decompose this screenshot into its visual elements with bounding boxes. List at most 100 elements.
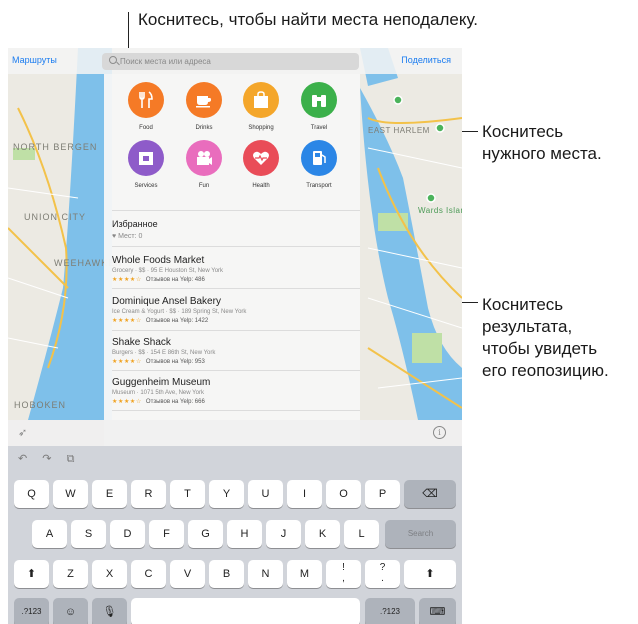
- key-p[interactable]: P: [365, 480, 400, 508]
- ipad-screen: NORTH BERGEN UNION CITY WEEHAWKEN HOBOKE…: [8, 48, 462, 624]
- shift-icon[interactable]: ⬆: [14, 560, 49, 588]
- location-arrow-icon[interactable]: ➶: [18, 426, 27, 439]
- result-item[interactable]: Guggenheim Museum Museum · 1071 5th Ave,…: [112, 377, 356, 405]
- result-name: Guggenheim Museum: [112, 377, 211, 388]
- undo-icon[interactable]: ↶: [18, 453, 27, 465]
- category-health[interactable]: Health: [231, 140, 291, 189]
- search-input[interactable]: [120, 54, 350, 69]
- favorites-count-label: Мест: 0: [118, 233, 143, 240]
- key-n[interactable]: N: [248, 560, 283, 588]
- search-bar[interactable]: [102, 53, 359, 70]
- result-item[interactable]: Dominique Ansel Bakery Ice Cream & Yogur…: [112, 296, 356, 324]
- favorites-item[interactable]: Избранное ♥ Мест: 0: [112, 219, 158, 240]
- heart-icon: ♥: [112, 233, 117, 240]
- category-transport[interactable]: Transport: [289, 140, 349, 189]
- category-fun[interactable]: Fun: [174, 140, 234, 189]
- key-t[interactable]: T: [170, 480, 205, 508]
- result-item[interactable]: Shake Shack Burgers · $$ · 154 E 86th St…: [112, 337, 356, 365]
- divider: [112, 370, 360, 371]
- category-fun-label: Fun: [198, 183, 210, 189]
- divider: [112, 246, 360, 247]
- key-u[interactable]: U: [248, 480, 283, 508]
- annotation-result-line4: его геопозицию.: [482, 361, 609, 380]
- divider: [112, 210, 360, 211]
- key-r[interactable]: R: [131, 480, 166, 508]
- annotation-result-line3: чтобы увидеть: [482, 339, 598, 358]
- key-y[interactable]: Y: [209, 480, 244, 508]
- result-meta: Burgers · $$ · 154 E 86th St, New York: [112, 350, 216, 356]
- search-results-panel: Food Drinks Shopping Travel Services Fun…: [104, 74, 360, 446]
- redo-icon[interactable]: ↷: [42, 453, 51, 465]
- result-meta: Grocery · $$ · 95 E Houston St, New York: [112, 268, 224, 274]
- favorites-count: ♥ Мест: 0: [112, 233, 158, 240]
- numbers-key-right[interactable]: .?123: [365, 598, 415, 624]
- key-x[interactable]: X: [92, 560, 127, 588]
- key-question[interactable]: ? .: [365, 560, 400, 588]
- category-services-label: Services: [134, 183, 158, 189]
- divider: [112, 288, 360, 289]
- shopping-bag-icon: [243, 82, 279, 118]
- result-item[interactable]: Whole Foods Market Grocery · $$ · 95 E H…: [112, 255, 356, 283]
- divider: [112, 330, 360, 331]
- top-bar: Маршруты Поделиться: [8, 48, 462, 74]
- numbers-key-left[interactable]: .?123: [14, 598, 49, 624]
- star-rating-icon: ★★★★☆: [112, 277, 142, 283]
- category-drinks-label: Drinks: [195, 125, 213, 131]
- key-v[interactable]: V: [170, 560, 205, 588]
- key-exclamation[interactable]: ! ,: [326, 560, 361, 588]
- result-rating: ★★★★☆ Отзывов на Yelp: 486: [112, 276, 356, 283]
- routes-button[interactable]: Маршруты: [12, 55, 57, 65]
- annotation-search: Коснитесь, чтобы найти места неподалеку.: [138, 10, 478, 29]
- mic-icon[interactable]: 🎙: [92, 598, 127, 624]
- key-c[interactable]: C: [131, 560, 166, 588]
- info-icon[interactable]: i: [433, 426, 446, 439]
- search-icon: [109, 56, 117, 64]
- keyboard-icon[interactable]: ⌨: [419, 598, 456, 624]
- result-reviews: Отзывов на Yelp: 666: [145, 399, 205, 405]
- paste-icon[interactable]: ⧉: [67, 453, 75, 465]
- map-label-hoboken: HOBOKEN: [14, 400, 67, 410]
- category-food-label: Food: [139, 125, 153, 131]
- key-h[interactable]: H: [227, 520, 262, 548]
- key-a[interactable]: A: [32, 520, 67, 548]
- category-travel[interactable]: Travel: [289, 82, 349, 131]
- delete-icon[interactable]: ⌫: [404, 480, 456, 508]
- annotation-result: Коснитесь результата, чтобы увидеть его …: [482, 294, 609, 382]
- divider: [112, 410, 360, 411]
- result-name: Whole Foods Market: [112, 255, 205, 266]
- key-i[interactable]: I: [287, 480, 322, 508]
- search-key[interactable]: Search: [385, 520, 456, 548]
- star-rating-icon: ★★★★☆: [112, 359, 142, 365]
- annotation-category-line2: нужного места.: [482, 144, 602, 163]
- map-label-north-bergen: NORTH BERGEN: [13, 142, 98, 152]
- key-e[interactable]: E: [92, 480, 127, 508]
- key-z[interactable]: Z: [53, 560, 88, 588]
- key-o[interactable]: O: [326, 480, 361, 508]
- share-button[interactable]: Поделиться: [401, 55, 451, 65]
- category-food[interactable]: Food: [116, 82, 176, 131]
- category-drinks[interactable]: Drinks: [174, 82, 234, 131]
- key-k[interactable]: K: [305, 520, 340, 548]
- key-l[interactable]: L: [344, 520, 379, 548]
- result-name: Shake Shack: [112, 337, 171, 348]
- key-q[interactable]: Q: [14, 480, 49, 508]
- result-reviews: Отзывов на Yelp: 1422: [145, 318, 209, 324]
- cup-icon: [186, 82, 222, 118]
- key-b[interactable]: B: [209, 560, 244, 588]
- key-m[interactable]: M: [287, 560, 322, 588]
- category-services[interactable]: Services: [116, 140, 176, 189]
- binoculars-icon: [301, 82, 337, 118]
- category-shopping[interactable]: Shopping: [231, 82, 291, 131]
- shift-icon[interactable]: ⬆: [404, 560, 456, 588]
- space-key[interactable]: [131, 598, 360, 624]
- key-w[interactable]: W: [53, 480, 88, 508]
- category-shopping-label: Shopping: [248, 125, 274, 131]
- key-j[interactable]: J: [266, 520, 301, 548]
- star-rating-icon: ★★★★☆: [112, 399, 142, 405]
- key-d[interactable]: D: [110, 520, 145, 548]
- key-f[interactable]: F: [149, 520, 184, 548]
- emoji-icon[interactable]: ☺: [53, 598, 88, 624]
- result-meta: Museum · 1071 5th Ave, New York: [112, 390, 204, 396]
- key-g[interactable]: G: [188, 520, 223, 548]
- key-s[interactable]: S: [71, 520, 106, 548]
